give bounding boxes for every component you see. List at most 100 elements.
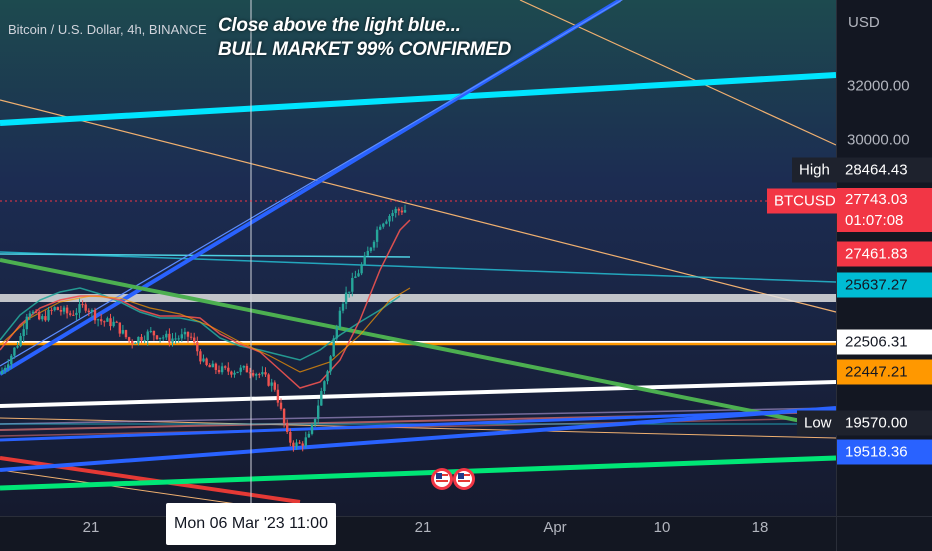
candle-body xyxy=(28,313,32,317)
candle-body xyxy=(10,355,13,365)
candle-body xyxy=(286,423,289,432)
candle-body xyxy=(137,336,140,344)
candle-body xyxy=(304,437,307,446)
candle-body xyxy=(326,371,329,382)
candle-body xyxy=(239,367,242,372)
candle-body xyxy=(112,321,115,327)
candle-body xyxy=(22,329,25,337)
candle-body xyxy=(332,338,335,357)
us-flag-icon[interactable] xyxy=(431,468,453,490)
candle-body xyxy=(152,330,156,336)
candle-body xyxy=(292,442,295,447)
candle-body xyxy=(227,367,230,372)
candle-body xyxy=(385,221,388,224)
candle-body xyxy=(186,331,190,337)
crosshair-time-label: Mon 06 Mar '23 11:00 xyxy=(166,503,336,545)
candle-body xyxy=(81,304,84,306)
high-label: High xyxy=(792,157,837,183)
candle-body xyxy=(360,264,363,274)
candle-body xyxy=(127,337,131,341)
candle-body xyxy=(282,408,286,424)
bar-countdown: 01:07:08 xyxy=(845,212,904,229)
candle-body xyxy=(205,358,208,366)
candle-body xyxy=(149,330,152,332)
candle-body xyxy=(369,247,373,251)
candle-body xyxy=(38,311,41,320)
symbol-legend: Bitcoin / U.S. Dollar, 4h, BINANCE xyxy=(8,22,207,37)
candle-body xyxy=(251,373,255,376)
candle-body xyxy=(109,318,112,327)
candle-body xyxy=(279,402,283,409)
candle-body xyxy=(310,424,314,434)
candle-body xyxy=(31,311,35,314)
candle-body xyxy=(106,318,109,322)
candle-body xyxy=(168,333,171,343)
candle-body xyxy=(320,391,323,406)
time-label: 18 xyxy=(751,519,769,536)
candle-body xyxy=(53,307,56,311)
candle-body xyxy=(50,309,53,311)
candle-body xyxy=(344,292,348,304)
candle-body xyxy=(180,334,183,339)
candle-body xyxy=(177,338,180,340)
candle-body xyxy=(146,331,149,341)
candle-body xyxy=(267,374,270,386)
candle-body xyxy=(3,367,7,371)
candle-body xyxy=(276,389,280,403)
candle-body xyxy=(25,316,28,330)
candle-body xyxy=(313,418,317,425)
candle-body xyxy=(41,316,44,320)
candle-body xyxy=(103,321,106,323)
candle-body xyxy=(341,303,345,311)
last-price-tag: 27743.03 01:07:08 xyxy=(837,188,932,232)
candle-body xyxy=(298,442,301,444)
candle-body xyxy=(140,336,143,341)
candle-body xyxy=(366,250,369,256)
candle-body xyxy=(7,364,10,368)
chart-area[interactable] xyxy=(0,0,932,550)
candle-body xyxy=(155,335,159,340)
candle-body xyxy=(230,371,233,375)
candle-body xyxy=(391,213,394,217)
candle-body xyxy=(118,322,121,334)
high-value-tag: 28464.43 xyxy=(837,157,932,183)
candle-body xyxy=(134,343,137,345)
candle-body xyxy=(224,366,227,368)
price-tag-25637: 25637.27 xyxy=(837,272,932,298)
candle-body xyxy=(382,223,385,227)
scale-corner xyxy=(836,516,932,551)
time-label: 21 xyxy=(414,519,432,536)
candle-body xyxy=(400,210,404,213)
candle-body xyxy=(78,304,81,313)
candle-body xyxy=(193,337,196,342)
candle-body xyxy=(121,330,125,334)
symbol-tag: BTCUSD xyxy=(767,188,843,214)
candle-body xyxy=(261,372,264,375)
candle-body xyxy=(13,347,16,356)
candle-body xyxy=(84,304,87,311)
candle-body xyxy=(16,346,19,348)
time-label: 10 xyxy=(653,519,671,536)
us-flag-icon[interactable] xyxy=(453,468,475,490)
candle-body xyxy=(220,366,224,373)
candle-body xyxy=(202,358,205,362)
candle-body xyxy=(199,351,202,362)
candle-body xyxy=(258,374,261,376)
low-value-tag: 19570.00 xyxy=(837,410,932,436)
price-tick: 30000.00 xyxy=(847,131,910,149)
price-tag-27461: 27461.83 xyxy=(837,241,932,267)
candle-body xyxy=(47,309,50,321)
candle-body xyxy=(264,372,267,375)
candle-body xyxy=(375,229,379,242)
candle-body xyxy=(62,307,66,312)
candle-body xyxy=(248,372,252,374)
candle-body xyxy=(301,443,304,446)
candle-body xyxy=(90,310,94,312)
candle-body xyxy=(75,312,78,316)
candle-body xyxy=(174,338,177,340)
candle-body xyxy=(354,276,357,278)
candle-body xyxy=(233,372,236,375)
candle-body xyxy=(87,310,90,312)
candle-body xyxy=(329,356,332,372)
idea-line-1: Close above the light blue... xyxy=(218,15,461,36)
